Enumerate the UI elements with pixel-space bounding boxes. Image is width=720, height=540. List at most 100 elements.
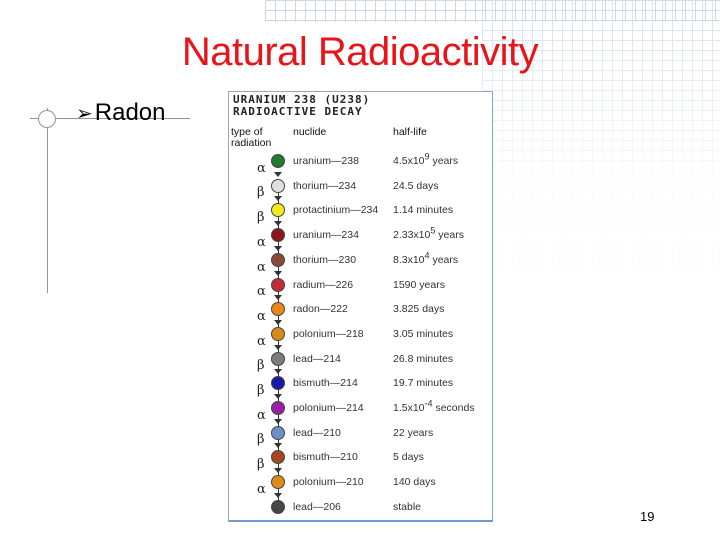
half-life-value: 3.825 days — [393, 303, 445, 316]
nuclide-ball — [271, 499, 285, 514]
nuclide-label: thorium—230 — [293, 253, 357, 266]
nuclide-ball — [271, 228, 285, 243]
half-life-label: 24.5 days — [393, 180, 439, 192]
decay-arrow — [274, 418, 282, 424]
radiation-type: β — [257, 432, 265, 448]
decay-arrow — [274, 443, 282, 449]
half-life-label: 1.14 minutes — [393, 204, 453, 216]
half-life-value: 3.05 minutes — [393, 327, 454, 340]
half-life-label: 140 days — [393, 476, 436, 488]
decay-arrow — [274, 245, 282, 251]
half-life-unit: years — [429, 253, 459, 266]
nuclide-ball — [271, 277, 285, 292]
nuclide-ball — [271, 475, 285, 490]
half-life-label: 19.7 minutes — [393, 377, 453, 389]
decor-circle — [38, 110, 56, 128]
half-life-value: 1.14 minutes — [393, 204, 454, 217]
column-header-half-life: half-life — [393, 126, 427, 138]
decay-arrow — [274, 221, 282, 227]
nuclide-label: polonium—210 — [293, 476, 364, 489]
nuclide-ball — [271, 326, 285, 341]
half-life-label: 3.05 minutes — [393, 328, 453, 340]
nuclide-label: polonium—214 — [293, 402, 364, 414]
half-life-value: 22 years — [393, 426, 434, 439]
half-life-unit: seconds — [432, 402, 475, 414]
nuclide-ball — [271, 178, 285, 193]
half-life-value: 5 days — [393, 451, 424, 464]
decay-arrow — [274, 394, 282, 399]
half-life-label: 4.5x109 years — [393, 152, 459, 167]
half-life-label: 1.5x10-4 seconds — [393, 398, 475, 414]
radiation-type: α — [257, 407, 266, 423]
radiation-type: α — [257, 259, 266, 275]
column-header-radiation-line2: radiation — [231, 137, 272, 149]
half-life-value: 19.7 minutes — [393, 377, 454, 390]
bullet-text: Radon — [94, 99, 166, 126]
radiation-type: β — [257, 457, 265, 473]
figure-heading-line2: RADIOACTIVE DECAY — [233, 105, 363, 118]
nuclide-ball — [271, 351, 285, 366]
decay-arrow — [274, 196, 282, 202]
bullet-item: ➢Radon — [76, 99, 166, 127]
radiation-type: α — [257, 234, 266, 250]
nuclide-label: polonium—218 — [293, 327, 364, 340]
radiation-type: α — [257, 284, 266, 300]
radiation-type: α — [257, 160, 266, 176]
nuclide-label: bismuth—210 — [293, 451, 358, 464]
half-life-label: 1590 years — [393, 279, 445, 291]
half-life-label: 5 days — [393, 451, 424, 463]
nuclide-ball — [271, 203, 285, 218]
nuclide-ball — [271, 425, 285, 440]
nuclide-ball — [271, 252, 285, 267]
column-header-radiation: type of radiation — [231, 127, 271, 149]
decay-arrow — [274, 369, 282, 375]
half-life-label: 3.825 days — [393, 303, 444, 315]
nuclide-ball — [271, 302, 285, 317]
half-life-exponent: -4 — [424, 398, 433, 409]
half-life-value: 4.5x10 — [393, 155, 425, 167]
half-life-unit: years — [435, 229, 464, 242]
nuclide-label: lead—210 — [293, 426, 341, 439]
nuclide-label: lead—206 — [293, 500, 341, 513]
column-header-nuclide: nuclide — [293, 126, 327, 138]
decay-arrow — [274, 319, 282, 325]
half-life-unit: years — [429, 155, 459, 167]
half-life-label: 8.3x104 years — [393, 251, 459, 266]
page-number: 19 — [640, 509, 655, 524]
figure-heading: URANIUM 238 (U238) RADIOACTIVE DECAY — [233, 94, 370, 118]
radiation-type: β — [257, 358, 265, 374]
decay-arrow — [274, 270, 282, 276]
radiation-type: β — [257, 185, 265, 201]
half-life-label: 22 years — [393, 427, 433, 439]
decor-vertical-line — [47, 108, 48, 293]
nuclide-label: radon—222 — [293, 303, 348, 316]
radiation-type: α — [257, 333, 266, 349]
grid-fade — [482, 22, 720, 540]
radiation-type: β — [257, 210, 265, 226]
decay-arrow — [274, 468, 282, 474]
half-life-value: 2.33x10 — [393, 229, 431, 242]
half-life-value: 8.3x10 — [393, 253, 425, 266]
nuclide-ball — [271, 154, 285, 168]
radiation-type: β — [257, 383, 265, 398]
radiation-type: α — [257, 481, 266, 497]
half-life-label: stable — [393, 501, 421, 513]
nuclide-ball — [271, 376, 285, 391]
half-life-value: 1590 years — [393, 278, 445, 291]
nuclide-ball — [271, 450, 285, 465]
nuclide-label: protactinium—234 — [293, 204, 379, 217]
nuclide-ball — [271, 401, 285, 415]
half-life-label: 26.8 minutes — [393, 353, 453, 365]
decay-arrow — [274, 295, 282, 301]
slide-title: Natural Radioactivity — [181, 30, 539, 74]
decay-arrow — [274, 171, 282, 177]
half-life-value: 140 days — [393, 476, 436, 489]
decay-chain-figure: URANIUM 238 (U238) RADIOACTIVE DECAY typ… — [228, 91, 493, 522]
decay-arrow — [274, 344, 282, 350]
nuclide-label: lead—214 — [293, 352, 341, 365]
nuclide-label: bismuth—214 — [293, 377, 358, 390]
arrow-bullet-icon: ➢ — [76, 101, 93, 125]
radiation-type: α — [257, 308, 266, 324]
half-life-value: stable — [393, 500, 422, 513]
half-life-value: 26.8 minutes — [393, 352, 454, 365]
